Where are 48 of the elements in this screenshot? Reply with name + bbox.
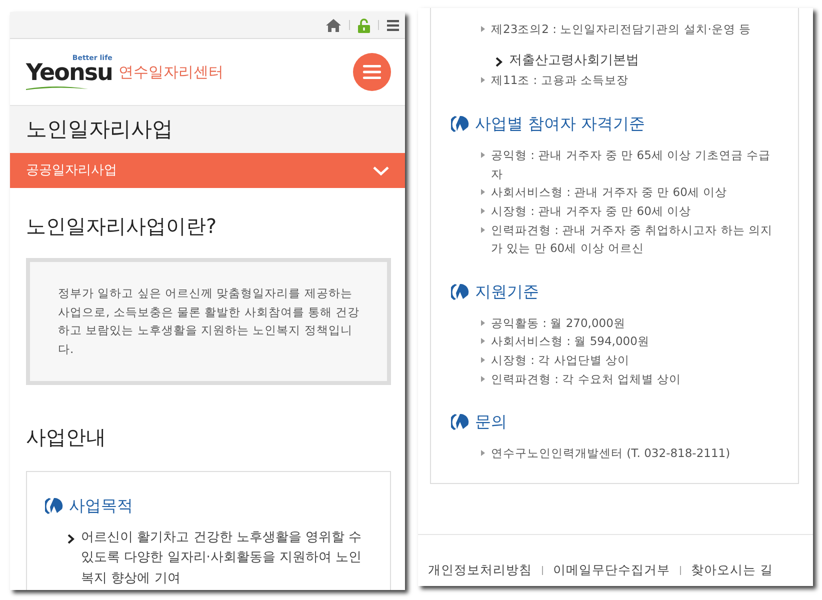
- triangle-bullet-icon: [481, 226, 485, 233]
- chevron-right-icon: [495, 56, 503, 67]
- list-item: 저출산고령사회기본법: [509, 52, 639, 70]
- emblem-icon: [451, 115, 469, 134]
- triangle-bullet-icon: [481, 450, 485, 456]
- list-item: 인력파견형 : 각 수요처 업체별 상이: [491, 370, 682, 388]
- list-item: 제23조의2 : 노인일자리전담기관의 설치·운영 등: [491, 21, 752, 38]
- section-heading: 사업안내: [26, 424, 107, 449]
- list-item: 시장형 : 관내 거주자 중 만 60세 이상: [491, 202, 692, 220]
- section-title: 문의: [475, 411, 507, 434]
- list-item: 사회서비스형 : 관내 거주자 중 만 60세 이상: [491, 184, 728, 202]
- page-title: 노인일자리사업: [10, 106, 405, 154]
- list-item: 공익형 : 관내 거주자 중 만 65세 이상 기초연금 수급자: [491, 147, 772, 183]
- triangle-bullet-icon: [481, 152, 485, 158]
- logo-swoosh-icon: [26, 84, 88, 90]
- list-item: 사회서비스형 : 월 594,000원: [491, 333, 650, 350]
- logo-wordmark: Yeonsu: [26, 62, 112, 85]
- emblem-icon: [451, 413, 469, 432]
- footer-link[interactable]: 이메일무단수집거부: [553, 560, 670, 580]
- triangle-bullet-icon: [481, 77, 485, 84]
- triangle-bullet-icon: [481, 189, 485, 196]
- list-item: 연수구노인인력개발센터 (T. 032-818-2111): [491, 445, 730, 462]
- section-heading: 노인일자리사업이란?: [26, 214, 218, 238]
- menu-icon[interactable]: [387, 20, 399, 31]
- list-item: 제11조 : 고용과 소득보장: [491, 72, 628, 90]
- list-item: 어르신이 활기차고 건강한 노후생활을 영위할 수 있도록 다양한 일자리·사회활동을 지원하여 노인복지 향상에 기여: [81, 528, 363, 588]
- chevron-down-icon: [373, 166, 389, 176]
- triangle-bullet-icon: [481, 376, 485, 382]
- section-title: 사업목적: [69, 494, 133, 517]
- chevron-right-icon: [67, 534, 75, 544]
- menu-icon: [363, 65, 381, 80]
- list-item: 공익활동 : 월 270,000원: [491, 314, 626, 332]
- triangle-bullet-icon: [481, 208, 485, 214]
- triangle-bullet-icon: [481, 320, 485, 326]
- menu-button[interactable]: [353, 53, 391, 92]
- section-title: 사업별 참여자 자격기준: [475, 113, 646, 136]
- list-item: 시장형 : 각 사업단별 상이: [491, 352, 630, 370]
- emblem-icon: [451, 282, 469, 301]
- intro-text: 정부가 일하고 싶은 어르신께 맞춤형일자리를 제공하는 사업으로, 소득보충은 물론 활발한 사회참여를 통해 건강하고 보람있는 노후생활을 지원하는 노인복지 정책입니다.: [26, 258, 391, 385]
- footer-link[interactable]: 개인정보처리방침: [428, 560, 532, 580]
- triangle-bullet-icon: [481, 26, 485, 32]
- list-item: 인력파견형 : 관내 거주자 중 취업하시고자 하는 의지가 있는 만 60세 이상 어르신: [491, 222, 774, 258]
- emblem-icon: [45, 496, 63, 515]
- triangle-bullet-icon: [481, 357, 485, 364]
- section-title: 지원기준: [475, 280, 539, 303]
- triangle-bullet-icon: [481, 338, 485, 344]
- home-icon[interactable]: [326, 18, 341, 32]
- footer-link[interactable]: 찾아오시는 길: [691, 560, 773, 580]
